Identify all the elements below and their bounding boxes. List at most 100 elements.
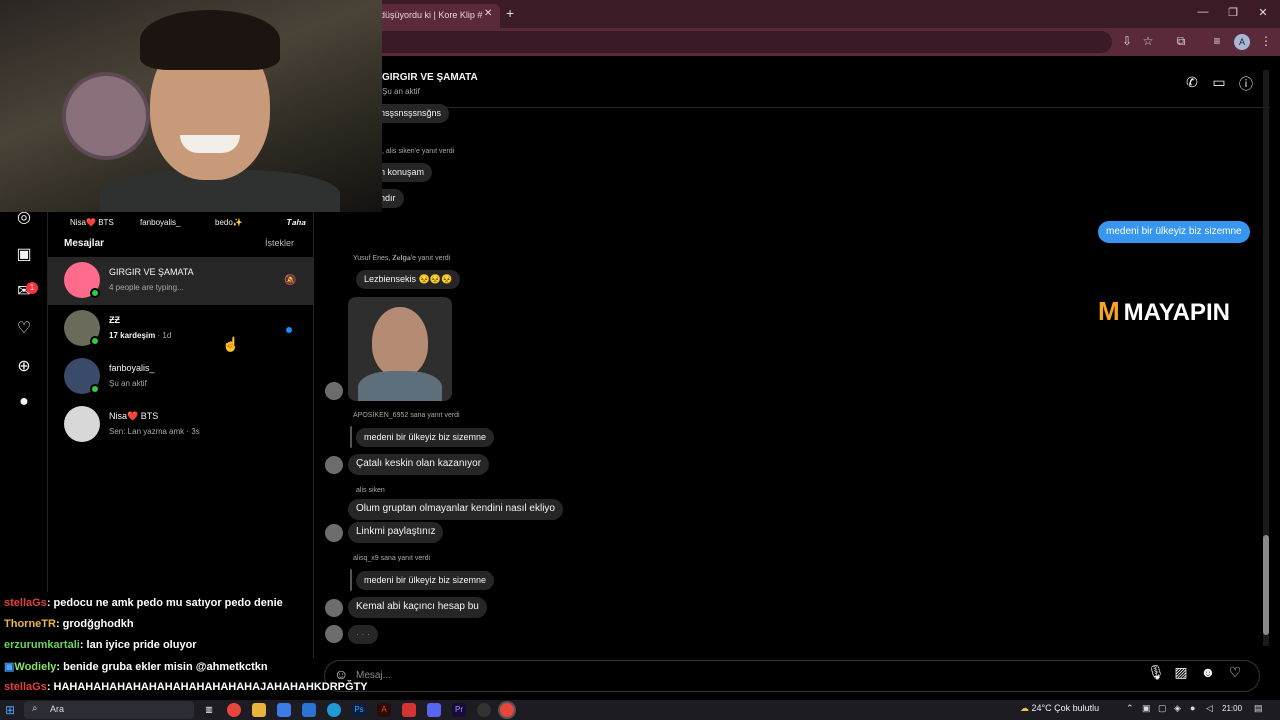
conversation-preview: 17 kardeşim · 1d [109, 331, 172, 340]
reply-meta: , alis siken'e yanıt verdi [382, 148, 455, 155]
close-tab-icon[interactable]: ✕ [484, 8, 492, 19]
volume-icon[interactable]: ◁ [1206, 703, 1213, 714]
conversation-name: fanboyalis_ [109, 363, 155, 373]
webcam-overlay [0, 0, 382, 212]
story-item[interactable]: fanboyalis_ [140, 218, 180, 227]
new-tab-button[interactable]: + [506, 5, 514, 21]
create-icon[interactable]: ⊕ [12, 356, 36, 380]
quoted-message[interactable]: medeni bir ülkeyiz biz sizemne [356, 571, 495, 590]
tray-app-icon[interactable]: ▣ [1142, 703, 1151, 714]
scrollbar-thumb[interactable] [1263, 535, 1269, 635]
close-window-button[interactable]: ✕ [1248, 6, 1278, 19]
browser-tab[interactable]: düşüyordu ki | Kore Klip # [372, 4, 500, 28]
app-icon[interactable] [402, 703, 416, 717]
online-indicator [90, 288, 100, 298]
conversation-item[interactable]: Nisa❤️ BTS Sen: Lan yazma amk · 3s [48, 401, 313, 449]
profile-icon[interactable]: ● [12, 393, 36, 417]
video-icon[interactable]: ▭ [1209, 74, 1229, 94]
sender-avatar [325, 456, 343, 474]
message-bubble[interactable]: Çatalı keskin olan kazanıyor [348, 454, 490, 475]
own-message-bubble[interactable]: medeni bir ülkeyiz biz sizemne [1098, 221, 1250, 243]
conversation-item[interactable]: GIRGIR VE ŞAMATA 4 people are typing... … [48, 257, 313, 305]
info-icon[interactable]: ⓘ [1236, 74, 1256, 94]
reels-icon[interactable]: ▣ [12, 244, 36, 268]
stream-chat-line: ThorneTR: grodğghodkh [4, 618, 134, 630]
mic-icon[interactable]: 🎙 [1147, 664, 1165, 681]
chat-title[interactable]: GIRGIR VE ŞAMATA [382, 72, 478, 83]
acrobat-icon[interactable]: A [377, 703, 391, 717]
store-icon[interactable] [277, 703, 291, 717]
photoshop-icon[interactable]: Ps [352, 703, 366, 717]
requests-link[interactable]: İstekler [265, 238, 294, 248]
restore-button[interactable]: ❐ [1218, 6, 1248, 19]
wall-clock [62, 72, 150, 160]
address-bar[interactable] [372, 31, 1112, 53]
photo-body [358, 371, 442, 401]
search-icon: ⌕ [32, 703, 38, 714]
install-icon[interactable]: ⇩ [1118, 34, 1136, 48]
premiere-icon[interactable]: Pr [452, 703, 466, 717]
message-bubble[interactable]: Lezbiensekis 😣😣😣 [356, 270, 461, 289]
photo-face [372, 307, 428, 377]
weather-cloud-icon: ☁ [1020, 703, 1029, 713]
tray-chevron-icon[interactable]: ⌃ [1126, 703, 1134, 714]
conversation-item[interactable]: fanboyalis_ Şu an aktif [48, 353, 313, 401]
inbox-title: Mesajlar [64, 238, 105, 249]
online-indicator [90, 336, 100, 346]
chat-status: Şu an aktif [382, 87, 420, 96]
message-bubble[interactable]: Olum gruptan olmayanlar kendini nasıl ek… [348, 499, 563, 520]
profile-avatar[interactable]: A [1234, 34, 1250, 50]
streamer-hair [140, 10, 280, 70]
mouse-cursor-icon: ☝ [222, 336, 240, 352]
windows-start-icon[interactable]: ⊞ [5, 703, 15, 717]
emoji-icon[interactable]: ☺ [334, 666, 348, 682]
unread-dot [286, 327, 292, 333]
phone-icon[interactable]: ✆ [1182, 74, 1202, 94]
image-icon[interactable]: ▨ [1172, 664, 1190, 681]
star-icon[interactable]: ☆ [1139, 34, 1157, 48]
user-avatar [64, 406, 100, 442]
chrome-icon[interactable] [227, 703, 241, 717]
sender-avatar [325, 382, 343, 400]
taskbar-clock[interactable]: 21:00 [1222, 704, 1242, 713]
quoted-message[interactable]: medeni bir ülkeyiz biz sizemne [356, 428, 495, 447]
obs-icon[interactable] [477, 703, 491, 717]
menu-icon[interactable]: ⋮ [1257, 34, 1275, 48]
file-explorer-icon[interactable] [252, 703, 266, 717]
message-bubble[interactable]: nsşsnsşsnsğns [372, 104, 450, 123]
outlook-icon[interactable] [302, 703, 316, 717]
story-item[interactable]: 𝑻𝒂𝒉𝒂 [287, 218, 306, 228]
sender-name: alis siken [356, 487, 385, 494]
discord-icon[interactable] [427, 703, 441, 717]
heart-icon[interactable]: ♡ [12, 318, 36, 342]
extensions-icon[interactable]: ⧉ [1172, 34, 1190, 49]
sender-avatar [325, 524, 343, 542]
message-input[interactable] [356, 666, 956, 684]
shared-photo[interactable] [348, 297, 452, 401]
notifications-icon[interactable]: ▤ [1254, 703, 1263, 714]
sticker-icon[interactable]: ☻ [1199, 664, 1217, 680]
task-view-icon[interactable]: ▥ [202, 703, 216, 717]
weather-widget[interactable]: ☁ 24°C Çok bulutlu [1020, 703, 1099, 714]
chrome-active-icon[interactable] [500, 703, 514, 717]
typing-indicator: · · · [348, 625, 378, 644]
edge-icon[interactable] [327, 703, 341, 717]
story-item[interactable]: bedo✨ [215, 218, 243, 227]
tray-app-icon[interactable]: ◈ [1174, 703, 1181, 714]
stream-chat-line: stellaGs: HAHAHAHAHAHAHAHAHAHAHAHAHAJAHA… [4, 681, 368, 693]
tray-app-icon[interactable]: ▢ [1158, 703, 1167, 714]
conversation-name: ƵƵ [109, 315, 120, 325]
story-item[interactable]: Nisa❤️ BTS [70, 218, 114, 227]
tray-mic-icon[interactable]: ● [1190, 703, 1195, 713]
notification-badge: 1 [26, 282, 38, 294]
message-bubble[interactable]: Kemal abi kaçıncı hesap bu [348, 597, 487, 618]
heart-icon[interactable]: ♡ [1226, 664, 1244, 681]
minimize-button[interactable]: — [1188, 6, 1218, 18]
sender-avatar [325, 599, 343, 617]
conversation-item[interactable]: ƵƵ 17 kardeşim · 1d [48, 305, 313, 353]
taskbar-search[interactable]: Ara [24, 701, 194, 719]
conversation-preview: Sen: Lan yazma amk · 3s [109, 427, 200, 436]
message-bubble[interactable]: Linkmi paylaştınız [348, 522, 444, 543]
media-icon[interactable]: ≡ [1208, 34, 1226, 48]
conversation-preview: 4 people are typing... [109, 283, 184, 292]
